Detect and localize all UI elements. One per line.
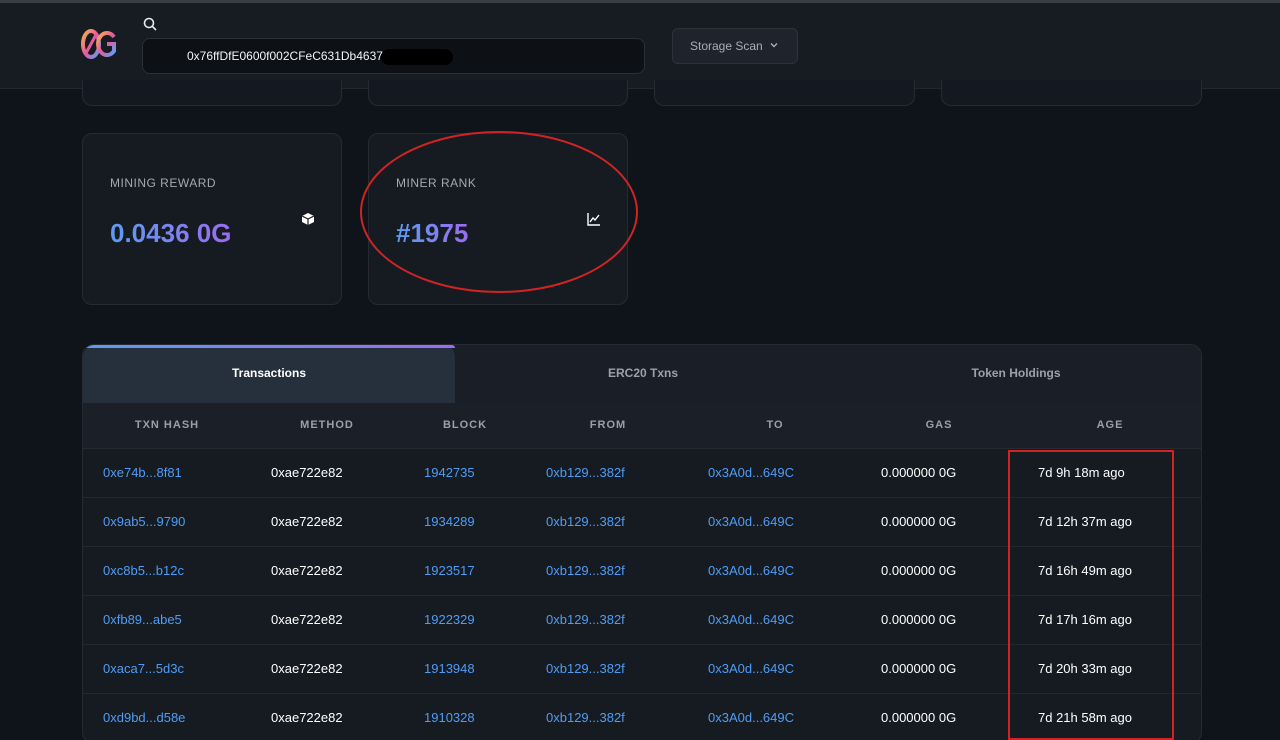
tab-bar: Transactions ERC20 Txns Token Holdings — [83, 345, 1201, 403]
column-header-method: METHOD — [300, 419, 354, 431]
chevron-down-icon — [770, 43, 778, 48]
tab-token-holdings[interactable]: Token Holdings — [830, 345, 1201, 403]
txn-hash-link[interactable]: 0xc8b5...b12c — [103, 547, 184, 595]
tab-erc20-txns[interactable]: ERC20 Txns — [457, 345, 829, 403]
stat-card-partial — [82, 80, 342, 106]
search-icon[interactable] — [143, 17, 157, 31]
block-link[interactable]: 1922329 — [424, 596, 475, 644]
tab-transactions[interactable]: Transactions — [83, 345, 455, 403]
method-cell: 0xae722e82 — [271, 465, 343, 480]
from-address-link[interactable]: 0xb129...382f — [546, 547, 625, 595]
0g-logo[interactable] — [80, 25, 118, 63]
column-header-txn-hash: TXN HASH — [134, 419, 200, 431]
txn-hash-link[interactable]: 0xe74b...8f81 — [103, 449, 182, 497]
method-cell: 0xae722e82 — [271, 661, 343, 676]
storage-scan-dropdown[interactable]: Storage Scan — [672, 28, 798, 64]
cube-icon — [301, 213, 315, 225]
table-header: TXN HASH METHOD BLOCK FROM TO GAS AGE — [83, 403, 1201, 449]
to-address-link[interactable]: 0x3A0d...649C — [708, 547, 794, 595]
from-address-link[interactable]: 0xb129...382f — [546, 449, 625, 497]
txn-hash-link[interactable]: 0xd9bd...d58e — [103, 694, 185, 740]
txn-hash-link[interactable]: 0x9ab5...9790 — [103, 498, 185, 546]
from-address-link[interactable]: 0xb129...382f — [546, 498, 625, 546]
to-address-link[interactable]: 0x3A0d...649C — [708, 449, 794, 497]
gas-cell: 0.000000 0G — [881, 612, 957, 627]
from-address-link[interactable]: 0xb129...382f — [546, 645, 625, 693]
column-header-block: BLOCK — [442, 419, 488, 431]
txn-hash-link[interactable]: 0xaca7...5d3c — [103, 645, 184, 693]
gas-cell: 0.000000 0G — [881, 514, 957, 529]
column-header-age: AGE — [1096, 419, 1124, 431]
block-link[interactable]: 1910328 — [424, 694, 475, 740]
method-cell: 0xae722e82 — [271, 710, 343, 725]
to-address-link[interactable]: 0x3A0d...649C — [708, 645, 794, 693]
stat-card-partial — [941, 80, 1202, 106]
block-link[interactable]: 1923517 — [424, 547, 475, 595]
redaction-mark — [381, 49, 453, 65]
column-header-from: FROM — [589, 419, 627, 431]
to-address-link[interactable]: 0x3A0d...649C — [708, 596, 794, 644]
storage-scan-label: Storage Scan — [690, 39, 763, 53]
gas-cell: 0.000000 0G — [881, 563, 957, 578]
annotation-rectangle — [1008, 450, 1174, 740]
top-header: 0x76ffDfE0600f002CFeC631Db4637/ Storage … — [0, 3, 1280, 89]
annotation-ellipse — [360, 131, 638, 293]
method-cell: 0xae722e82 — [271, 563, 343, 578]
gas-cell: 0.000000 0G — [881, 710, 957, 725]
mining-reward-card: MINING REWARD 0.0436 0G — [82, 133, 342, 305]
method-cell: 0xae722e82 — [271, 612, 343, 627]
column-header-gas: GAS — [925, 419, 953, 431]
txn-hash-link[interactable]: 0xfb89...abe5 — [103, 596, 182, 644]
gas-cell: 0.000000 0G — [881, 661, 957, 676]
block-link[interactable]: 1934289 — [424, 498, 475, 546]
to-address-link[interactable]: 0x3A0d...649C — [708, 498, 794, 546]
from-address-link[interactable]: 0xb129...382f — [546, 694, 625, 740]
to-address-link[interactable]: 0x3A0d...649C — [708, 694, 794, 740]
method-cell: 0xae722e82 — [271, 514, 343, 529]
block-link[interactable]: 1913948 — [424, 645, 475, 693]
gas-cell: 0.000000 0G — [881, 465, 957, 480]
stat-card-partial — [654, 80, 915, 106]
column-header-to: TO — [766, 419, 784, 431]
from-address-link[interactable]: 0xb129...382f — [546, 596, 625, 644]
block-link[interactable]: 1942735 — [424, 449, 475, 497]
card-label: MINING REWARD — [110, 176, 217, 190]
card-value: 0.0436 0G — [110, 218, 232, 248]
stat-card-partial — [368, 80, 628, 106]
